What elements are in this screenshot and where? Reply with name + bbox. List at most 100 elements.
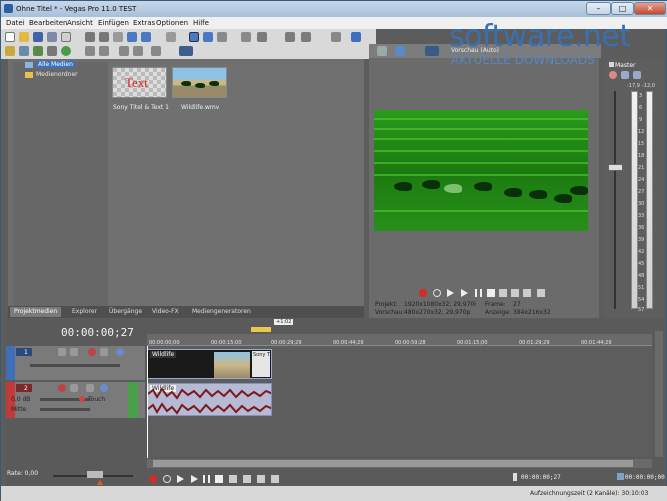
play-from-start-button[interactable] (447, 289, 454, 297)
properties-icon[interactable] (61, 32, 71, 42)
audio-track-fx-icon[interactable] (86, 384, 94, 392)
copy-icon[interactable] (99, 32, 109, 42)
next-frame-button[interactable] (537, 289, 545, 297)
master-checkbox[interactable] (609, 62, 614, 67)
timeline-go-to-start-button[interactable] (229, 475, 237, 483)
ripple-edit-icon[interactable] (241, 32, 251, 42)
menu-bearbeiten[interactable]: Bearbeiten (29, 19, 67, 27)
tab-projektmedien[interactable]: Projektmedien (10, 307, 62, 317)
snap-icon[interactable] (166, 32, 176, 42)
timeline-previous-frame-button[interactable] (257, 475, 265, 483)
track-fx-icon[interactable] (70, 348, 78, 356)
timeline-play-button[interactable] (191, 475, 198, 483)
selection-tool-icon[interactable] (217, 32, 227, 42)
timeline-next-frame-button[interactable] (271, 475, 279, 483)
tab-uebergaenge[interactable]: Übergänge (105, 307, 146, 317)
timeline-vertical-scrollbar[interactable] (655, 331, 663, 457)
automation-mode-icon[interactable] (79, 396, 85, 402)
normal-edit-tool-icon[interactable] (189, 32, 199, 42)
get-media-icon[interactable] (33, 46, 43, 56)
previous-frame-button[interactable] (523, 289, 531, 297)
audio-track-mute-icon[interactable] (70, 384, 78, 392)
rate-slider-handle[interactable] (87, 471, 103, 478)
video-level-slider[interactable] (30, 364, 120, 367)
timeline-play-from-start-button[interactable] (177, 475, 184, 483)
audio-pan-slider[interactable] (40, 408, 90, 411)
stop-media-icon[interactable] (133, 46, 143, 56)
menu-hilfe[interactable]: Hilfe (193, 19, 209, 27)
tab-video-fx[interactable]: Video-FX (148, 307, 183, 317)
timeline-pause-button[interactable] (203, 475, 210, 483)
open-icon[interactable] (19, 32, 29, 42)
view-mode-dropdown[interactable] (179, 46, 193, 56)
menu-optionen[interactable]: Optionen (156, 19, 188, 27)
media-fx-icon[interactable] (61, 46, 71, 56)
timeline-record-button[interactable] (149, 475, 157, 483)
external-monitor-icon[interactable] (395, 46, 405, 56)
stop-button[interactable] (487, 289, 495, 297)
marker-icon[interactable] (301, 32, 311, 42)
undo-icon[interactable] (127, 32, 137, 42)
timeline-loop-button[interactable] (163, 475, 171, 483)
timeline-horizontal-scrollbar[interactable] (147, 459, 652, 468)
tree-item-alle-medien[interactable]: Alle Medien (25, 61, 75, 70)
video-track-mute-icon[interactable] (100, 348, 108, 356)
menu-einfuegen[interactable]: Einfügen (98, 19, 129, 27)
media-thumb-wildlife[interactable] (172, 67, 227, 98)
title-clip[interactable]: Sony T (252, 351, 270, 377)
whats-this-icon[interactable] (351, 32, 361, 42)
cut-icon[interactable] (85, 32, 95, 42)
redo-icon[interactable] (141, 32, 151, 42)
tab-mediengeneratoren[interactable]: Mediengeneratoren (188, 307, 255, 317)
playhead-cursor[interactable] (147, 346, 148, 458)
auto-crossfade-icon[interactable] (285, 32, 295, 42)
views-icon[interactable] (151, 46, 161, 56)
import-media-icon[interactable] (5, 46, 15, 56)
timeline-go-to-end-button[interactable] (243, 475, 251, 483)
minimize-button[interactable]: – (586, 2, 611, 15)
record-button[interactable] (419, 289, 427, 297)
preview-fx-icon[interactable] (425, 46, 439, 56)
scrollbar-thumb[interactable] (153, 460, 633, 467)
master-solo-icon[interactable] (633, 71, 641, 79)
go-to-end-button[interactable] (511, 289, 519, 297)
menu-datei[interactable]: Datei (6, 19, 25, 27)
lock-envelopes-icon[interactable] (257, 32, 267, 42)
menu-extras[interactable]: Extras (133, 19, 155, 27)
audio-track-solo-icon[interactable] (100, 384, 108, 392)
auto-preview-icon[interactable] (99, 46, 109, 56)
save-icon[interactable] (33, 32, 43, 42)
play-button[interactable] (461, 289, 468, 297)
tab-explorer[interactable]: Explorer (68, 307, 101, 317)
master-mute-icon[interactable] (621, 71, 629, 79)
close-button[interactable]: ✕ (634, 2, 666, 15)
video-track-solo-icon[interactable] (116, 348, 124, 356)
go-to-start-button[interactable] (499, 289, 507, 297)
audio-automation-mode[interactable]: Touch (88, 396, 105, 403)
render-icon[interactable] (47, 32, 57, 42)
audio-clip-wildlife[interactable]: Wildlife (147, 383, 272, 416)
remove-media-icon[interactable] (47, 46, 57, 56)
master-fx-icon[interactable] (609, 71, 617, 79)
paste-icon[interactable] (113, 32, 123, 42)
preview-properties-icon[interactable] (377, 46, 387, 56)
video-clip-wildlife[interactable]: Wildlife Sony T (147, 349, 272, 379)
pause-button[interactable] (475, 289, 482, 297)
capture-icon[interactable] (19, 46, 29, 56)
new-project-icon[interactable] (5, 32, 15, 42)
envelope-tool-icon[interactable] (203, 32, 213, 42)
play-media-icon[interactable] (119, 46, 129, 56)
maximize-button[interactable]: □ (611, 2, 634, 15)
master-fader-handle[interactable] (608, 164, 623, 171)
loop-region-bar[interactable] (251, 327, 271, 332)
online-help-icon[interactable] (331, 32, 341, 42)
video-track-record-icon[interactable] (88, 348, 96, 356)
track-motion-icon[interactable] (58, 348, 66, 356)
loop-button[interactable] (433, 289, 441, 297)
audio-track-record-icon[interactable] (58, 384, 66, 392)
timeline-stop-button[interactable] (215, 475, 223, 483)
media-thumb-title[interactable]: Text (112, 67, 167, 98)
search-media-icon[interactable] (85, 46, 95, 56)
tree-item-medienordner[interactable]: Medienordner (25, 71, 78, 80)
menu-ansicht[interactable]: Ansicht (67, 19, 93, 27)
